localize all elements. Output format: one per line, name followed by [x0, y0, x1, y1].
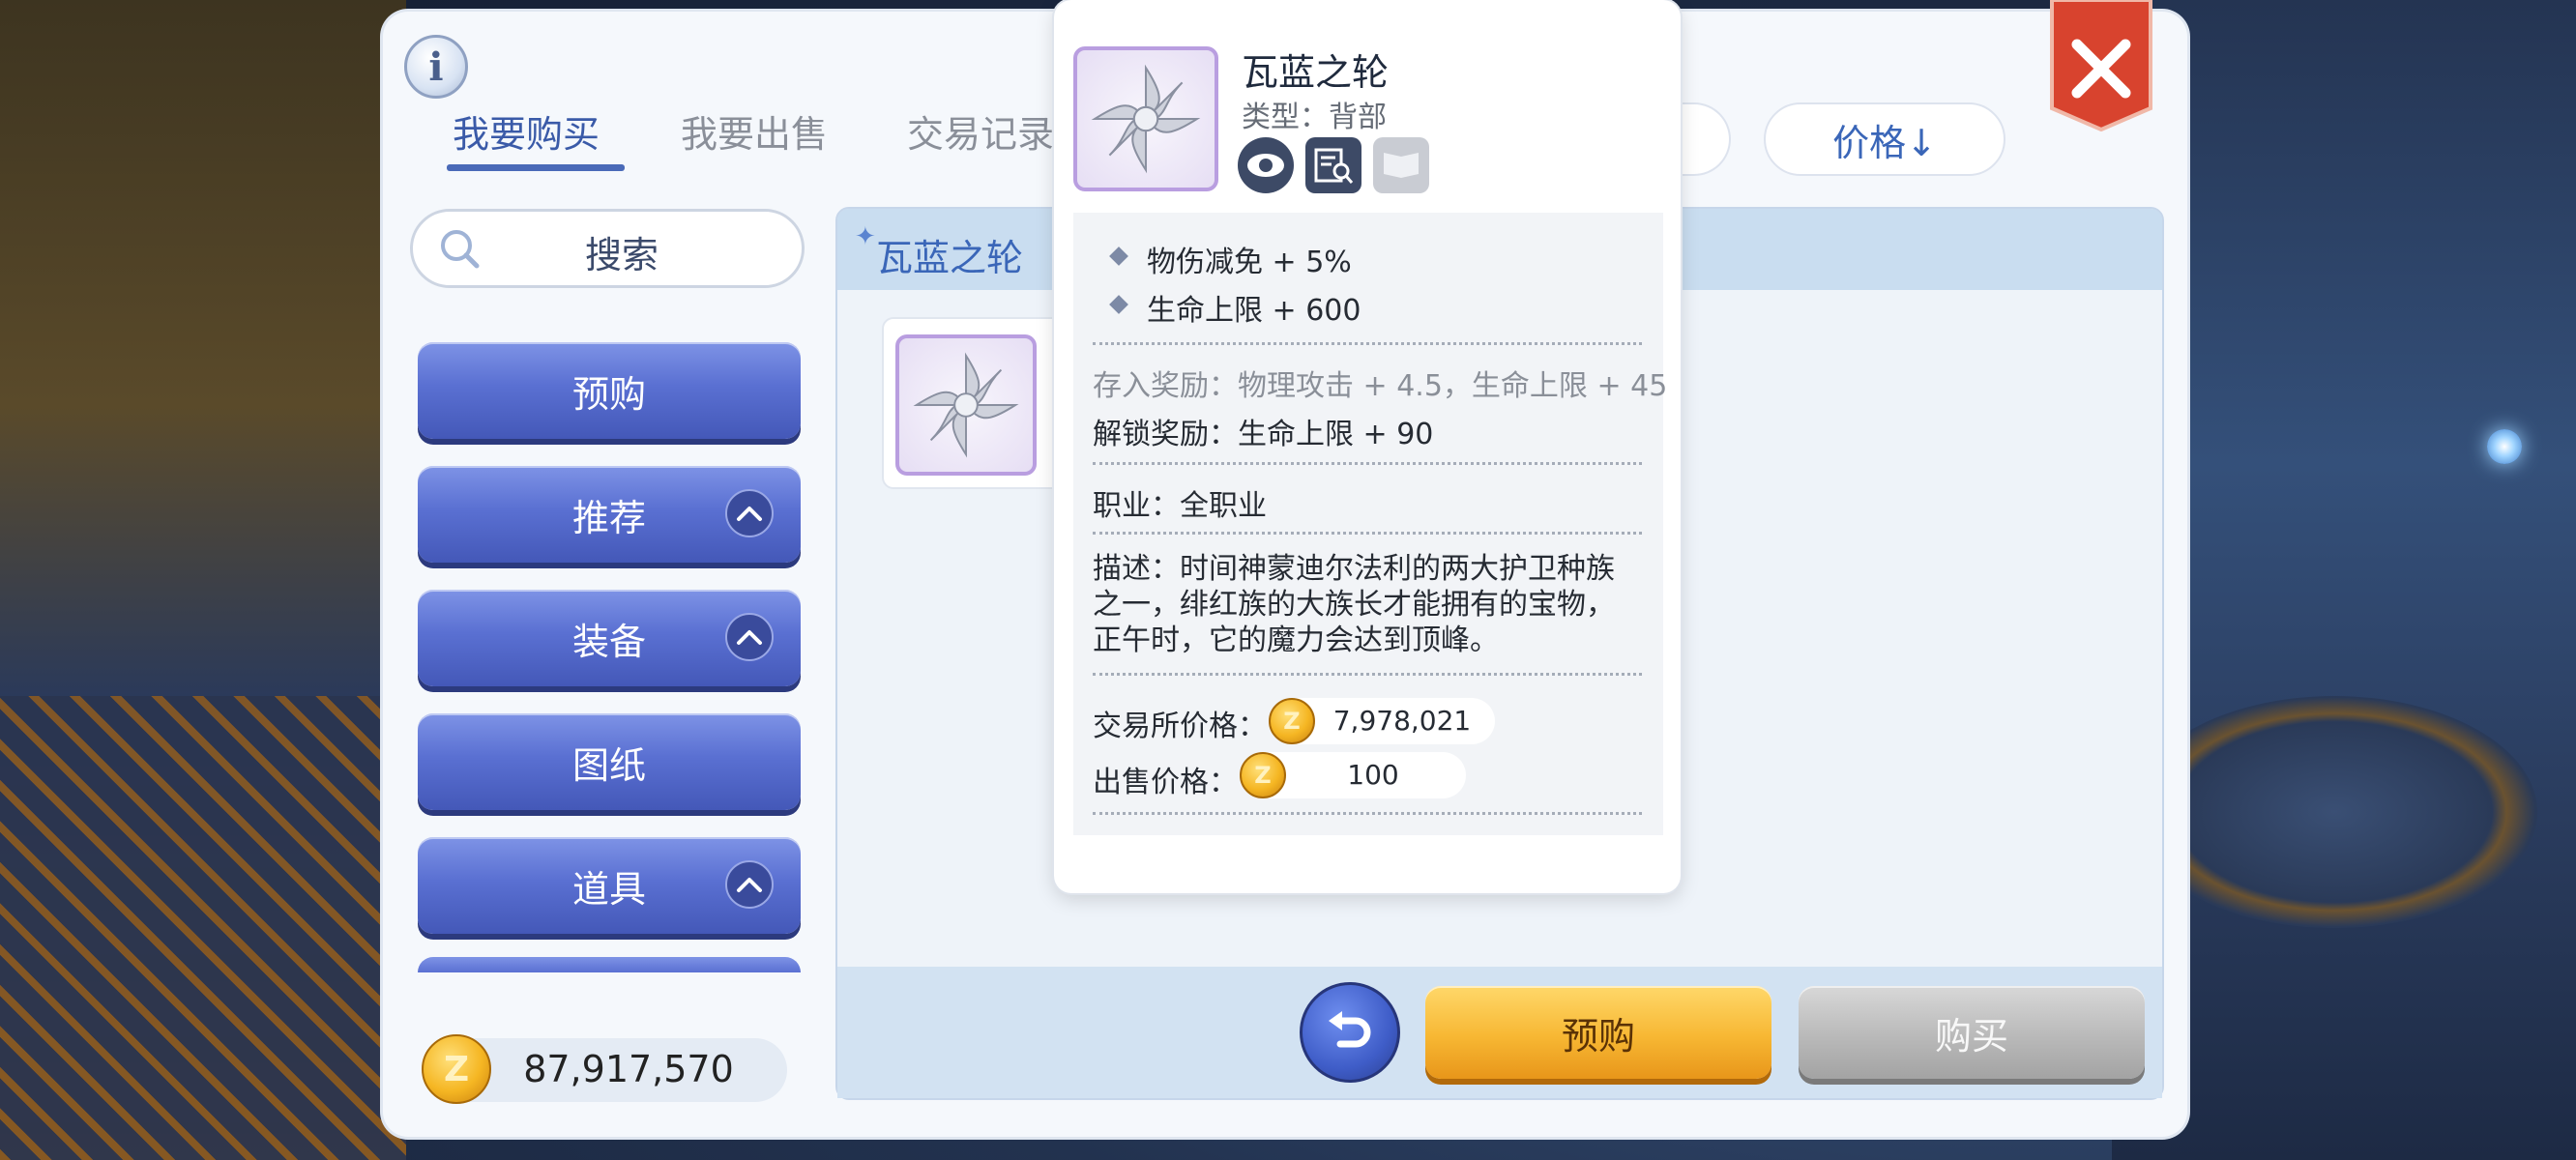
sidebar-item-equipment[interactable]: 装备: [418, 590, 801, 686]
search-button[interactable]: 搜索: [410, 209, 805, 288]
item-description: 描述：时间神蒙迪尔法利的两大护卫种族 之一，绯红族的大族长才能拥有的宝物， 正午…: [1093, 551, 1615, 658]
chevron-up-icon[interactable]: [725, 860, 774, 909]
description-line: 之一，绯红族的大族长才能拥有的宝物，: [1093, 588, 1615, 622]
divider: [1093, 673, 1642, 676]
info-icon[interactable]: i: [404, 35, 468, 99]
job-requirement: 职业：全职业: [1093, 489, 1267, 523]
buy-button[interactable]: 购买: [1799, 986, 2145, 1079]
background-grate: [0, 696, 406, 1160]
sidebar-item-items[interactable]: 道具: [418, 837, 801, 934]
sidebar-item-label: 装备: [571, 620, 646, 663]
background-wheel: [2131, 696, 2537, 928]
zeny-coin-icon: Z: [1269, 698, 1315, 744]
unlock-reward: 解锁奖励：生命上限 + 90: [1093, 418, 1434, 451]
zeny-coin-icon: Z: [422, 1034, 491, 1104]
stat-line: 生命上限 + 600: [1147, 294, 1361, 328]
tab-sell[interactable]: 我要出售: [681, 104, 828, 158]
sidebar-item-label: 预购: [571, 372, 646, 416]
description-line: 正午时，它的魔力会达到顶峰。: [1093, 624, 1499, 657]
background-orb: [2487, 429, 2522, 464]
exchange-price-label: 交易所价格：: [1093, 710, 1267, 743]
active-tab-indicator: [447, 164, 625, 171]
deposit-reward: 存入奖励：物理攻击 + 4.5，生命上限 + 45: [1093, 369, 1668, 403]
item-card[interactable]: [882, 317, 1075, 489]
sidebar-item-recommend[interactable]: 推荐: [418, 466, 801, 563]
tooltip-item-name: 瓦蓝之轮: [1242, 51, 1390, 94]
sidebar-item-partial[interactable]: [418, 957, 801, 972]
tooltip-item-icon: [1073, 46, 1218, 191]
return-icon: [1329, 1011, 1371, 1048]
search-label: 搜索: [584, 234, 659, 276]
eye-icon[interactable]: [1238, 137, 1294, 193]
description-line: 描述：时间神蒙迪尔法利的两大护卫种族: [1093, 552, 1615, 586]
sell-price-value: 100: [1347, 759, 1399, 791]
preorder-button[interactable]: 预购: [1425, 986, 1771, 1079]
tab-buy[interactable]: 我要购买: [453, 104, 600, 158]
tooltip-item-type: 类型：背部: [1242, 101, 1387, 134]
price-sort-button[interactable]: 价格↓: [1764, 102, 2005, 176]
divider: [1093, 812, 1642, 815]
sell-price-label: 出售价格：: [1093, 766, 1238, 799]
chevron-up-icon[interactable]: [725, 613, 774, 661]
tab-history[interactable]: 交易记录: [907, 104, 1054, 158]
sidebar-item-blueprint[interactable]: 图纸: [418, 713, 801, 810]
close-icon[interactable]: [2048, 0, 2154, 131]
chevron-up-icon[interactable]: [725, 489, 774, 537]
sparkle-icon: ✦: [855, 222, 876, 251]
sidebar-item-label: 推荐: [571, 496, 646, 539]
tooltip-actions: [1238, 137, 1429, 193]
card-icon[interactable]: [1373, 137, 1429, 193]
stat-line: 物伤减免 + 5%: [1147, 246, 1352, 279]
divider: [1093, 342, 1642, 345]
sidebar-item-label: 图纸: [571, 743, 646, 787]
divider: [1093, 462, 1642, 465]
divider: [1093, 532, 1642, 535]
item-list-title: 瓦蓝之轮: [876, 237, 1024, 279]
sidebar-item-label: 道具: [571, 867, 646, 911]
exchange-price-value: 7,978,021: [1332, 705, 1472, 737]
zeny-coin-icon: Z: [1240, 752, 1286, 798]
inspect-icon[interactable]: [1305, 137, 1361, 193]
sidebar-item-preorder[interactable]: 预购: [418, 342, 801, 439]
return-button[interactable]: [1300, 982, 1400, 1083]
wheel-item-icon: [895, 334, 1037, 476]
